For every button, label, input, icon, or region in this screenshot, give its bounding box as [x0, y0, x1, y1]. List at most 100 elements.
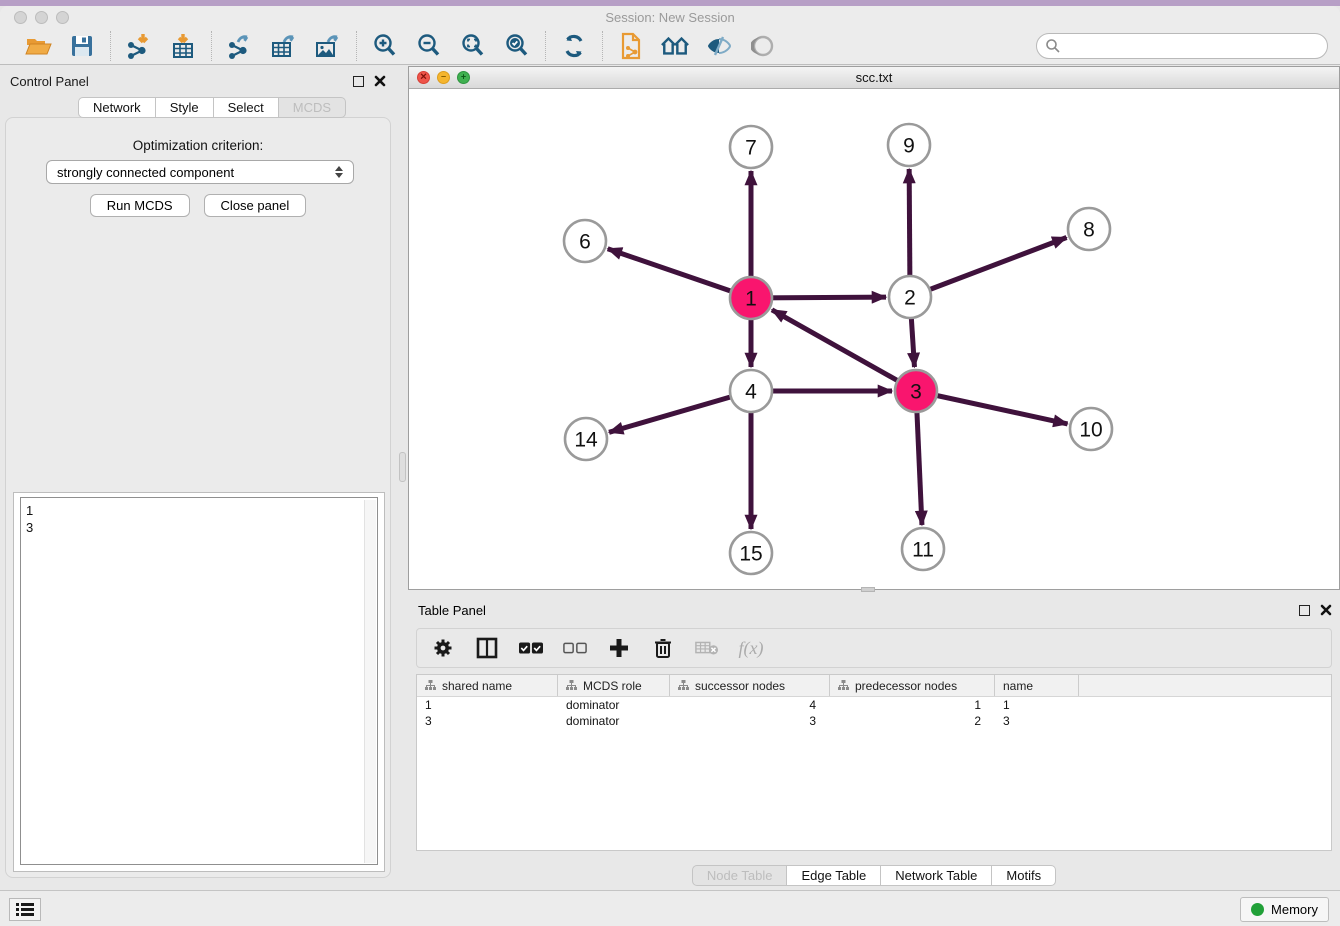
close-panel-icon[interactable]	[374, 75, 386, 87]
cell-name[interactable]: 1	[995, 697, 1079, 713]
zoom-out-button[interactable]	[415, 32, 443, 60]
cell-successor_nodes[interactable]: 3	[670, 713, 830, 729]
task-history-button[interactable]	[9, 898, 41, 921]
table-row[interactable]: 3dominator323	[417, 713, 1331, 729]
graph-node-2[interactable]: 2	[889, 276, 931, 318]
node-label: 15	[739, 543, 762, 566]
open-session-button[interactable]	[24, 32, 52, 60]
column-header-shared_name[interactable]: shared name	[417, 675, 558, 696]
function-builder-button[interactable]: f(x)	[739, 636, 763, 660]
column-header-successor_nodes[interactable]: successor nodes	[670, 675, 830, 696]
cell-name[interactable]: 3	[995, 713, 1079, 729]
sphere-button[interactable]	[749, 32, 777, 60]
list-icon	[16, 902, 34, 917]
cell-shared_name[interactable]: 3	[417, 713, 558, 729]
tab-select[interactable]: Select	[214, 97, 279, 118]
graph-node-8[interactable]: 8	[1068, 208, 1110, 250]
mcds-result-fieldset: MCDS result (2 nodes) 1 3	[20, 497, 378, 865]
delete-column-button[interactable]	[651, 636, 675, 660]
export-image-button[interactable]	[314, 32, 342, 60]
add-column-button[interactable]	[607, 636, 631, 660]
cell-shared_name[interactable]: 1	[417, 697, 558, 713]
cell-mcds_role[interactable]: dominator	[558, 697, 670, 713]
result-scrollbar[interactable]	[364, 500, 376, 863]
network-from-selection-button[interactable]	[617, 32, 645, 60]
tab-style[interactable]: Style	[156, 97, 214, 118]
tab-mcds[interactable]: MCDS	[279, 97, 346, 118]
table-row[interactable]: 1dominator411	[417, 697, 1331, 713]
delete-table-icon	[695, 639, 719, 657]
select-all-button[interactable]	[519, 636, 543, 660]
memory-button[interactable]: Memory	[1240, 897, 1329, 922]
graph-edge-3-10[interactable]	[916, 391, 1068, 424]
graph-node-6[interactable]: 6	[564, 220, 606, 262]
import-table-button[interactable]	[169, 32, 197, 60]
close-panel-button[interactable]: Close panel	[204, 194, 307, 217]
graph-node-11[interactable]: 11	[902, 528, 944, 570]
float-panel-icon[interactable]	[353, 76, 364, 87]
column-label: MCDS role	[583, 679, 642, 693]
main-titlebar[interactable]: Session: New Session	[0, 6, 1340, 28]
graph-edge-3-1[interactable]	[772, 310, 916, 391]
table-tab-node-table[interactable]: Node Table	[692, 865, 788, 886]
column-header-name[interactable]: name	[995, 675, 1079, 696]
graph-node-10[interactable]: 10	[1070, 408, 1112, 450]
show-columns-button[interactable]	[475, 636, 499, 660]
criterion-select[interactable]: strongly connected component	[46, 160, 354, 184]
status-bar: Memory	[0, 890, 1340, 926]
search-field[interactable]	[1036, 33, 1328, 59]
mcds-result-text[interactable]: 1 3	[22, 500, 364, 863]
export-table-button[interactable]	[270, 32, 298, 60]
deselect-all-button[interactable]	[563, 636, 587, 660]
graph-node-4[interactable]: 4	[730, 370, 772, 412]
delete-table-button[interactable]	[695, 636, 719, 660]
cell-predecessor_nodes[interactable]: 2	[830, 713, 995, 729]
hierarchy-icon	[425, 680, 436, 691]
zoom-in-button[interactable]	[371, 32, 399, 60]
save-session-button[interactable]	[68, 32, 96, 60]
graph-node-15[interactable]: 15	[730, 532, 772, 574]
save-icon	[70, 34, 94, 58]
window-resize-handle[interactable]	[861, 587, 875, 592]
graph-node-14[interactable]: 14	[565, 418, 607, 460]
graph-node-9[interactable]: 9	[888, 124, 930, 166]
close-table-panel-icon[interactable]	[1320, 604, 1332, 616]
column-header-mcds_role[interactable]: MCDS role	[558, 675, 670, 696]
node-label: 9	[903, 135, 915, 158]
hide-selected-button[interactable]	[705, 32, 733, 60]
column-label: shared name	[442, 679, 512, 693]
table-tab-edge-table[interactable]: Edge Table	[787, 865, 881, 886]
first-neighbors-button[interactable]	[661, 32, 689, 60]
apply-layout-button[interactable]	[560, 32, 588, 60]
export-network-button[interactable]	[226, 32, 254, 60]
graph-edge-1-6[interactable]	[608, 249, 751, 298]
search-input[interactable]	[1061, 36, 1327, 56]
table-settings-button[interactable]	[431, 636, 455, 660]
run-mcds-button[interactable]: Run MCDS	[90, 194, 190, 217]
graph-edge-2-8[interactable]	[910, 238, 1067, 297]
hierarchy-icon	[678, 680, 689, 691]
network-canvas[interactable]: 7 9 6 8 1 2 4 3 14 10 15 11	[409, 89, 1339, 589]
main-toolbar	[0, 28, 1340, 65]
table-panel-title: Table Panel	[418, 603, 486, 618]
panel-splitter-handle[interactable]	[399, 452, 406, 482]
import-network-button[interactable]	[125, 32, 153, 60]
sphere-icon	[751, 34, 775, 58]
table-tab-motifs[interactable]: Motifs	[992, 865, 1056, 886]
network-window-titlebar[interactable]: ✕ − + scc.txt	[409, 67, 1339, 89]
cell-predecessor_nodes[interactable]: 1	[830, 697, 995, 713]
graph-node-1[interactable]: 1	[730, 277, 772, 319]
tab-network[interactable]: Network	[78, 97, 156, 118]
table-tab-network-table[interactable]: Network Table	[881, 865, 992, 886]
graph-node-3[interactable]: 3	[895, 370, 937, 412]
export-image-icon	[314, 33, 342, 59]
mcds-result-panel: MCDS result (2 nodes) 1 3	[13, 492, 385, 872]
zoom-selected-button[interactable]	[503, 32, 531, 60]
criterion-value: strongly connected component	[57, 165, 234, 180]
graph-node-7[interactable]: 7	[730, 126, 772, 168]
cell-mcds_role[interactable]: dominator	[558, 713, 670, 729]
zoom-fit-button[interactable]	[459, 32, 487, 60]
float-table-panel-icon[interactable]	[1299, 605, 1310, 616]
cell-successor_nodes[interactable]: 4	[670, 697, 830, 713]
column-header-predecessor_nodes[interactable]: predecessor nodes	[830, 675, 995, 696]
